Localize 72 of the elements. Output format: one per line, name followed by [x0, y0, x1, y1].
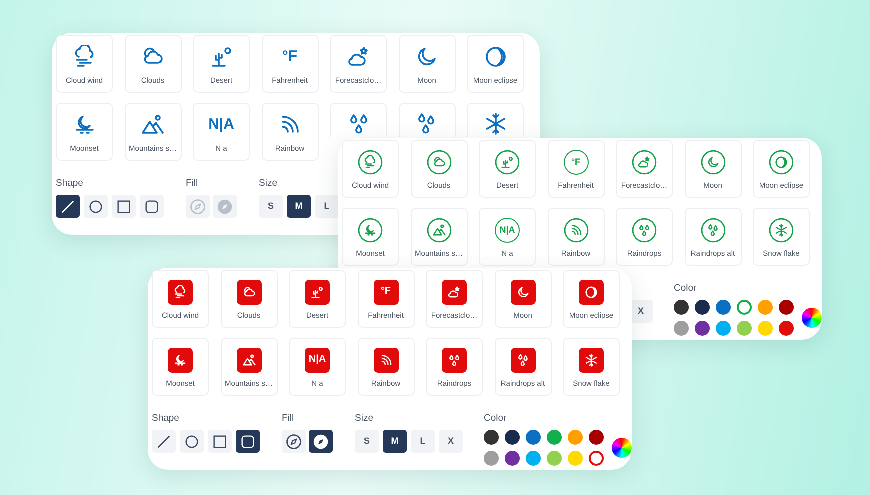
- shape-option[interactable]: [140, 195, 164, 218]
- color-swatch[interactable]: [526, 451, 541, 466]
- color-swatch[interactable]: [737, 300, 752, 315]
- size-option[interactable]: M: [383, 430, 407, 453]
- shape-option[interactable]: [180, 430, 204, 453]
- shape-option[interactable]: [112, 195, 136, 218]
- group-label: Size: [355, 413, 374, 425]
- shape-option[interactable]: [84, 195, 108, 218]
- color-swatch[interactable]: [484, 430, 499, 445]
- color-swatch[interactable]: [716, 300, 731, 315]
- group-label: Fill: [282, 413, 294, 425]
- color-wheel-button[interactable]: [612, 438, 632, 458]
- rounded-square-icon: [240, 434, 256, 450]
- color-swatch[interactable]: [758, 321, 773, 336]
- compass-icon: [216, 198, 234, 216]
- group-label: Shape: [152, 413, 180, 425]
- shape-option[interactable]: [152, 430, 176, 453]
- size-option[interactable]: L: [411, 430, 435, 453]
- circle-icon: [88, 198, 104, 214]
- line-icon: [60, 198, 76, 214]
- color-swatch[interactable]: [589, 451, 604, 466]
- rounded-square-icon: [144, 198, 160, 214]
- group-label: Color: [484, 413, 507, 425]
- line-icon: [156, 434, 172, 450]
- group-label: Size: [259, 178, 278, 190]
- size-option[interactable]: X: [439, 430, 463, 453]
- compass-icon: [285, 432, 303, 450]
- icon-tile[interactable]: [467, 103, 524, 137]
- color-swatch[interactable]: [695, 321, 710, 336]
- color-swatch[interactable]: [568, 430, 583, 445]
- size-option[interactable]: S: [355, 430, 379, 453]
- fill-option[interactable]: [309, 430, 333, 453]
- square-icon: [212, 434, 228, 450]
- color-wheel-button[interactable]: [802, 308, 822, 328]
- symbol-icon: °F: [282, 45, 298, 69]
- compass-icon: [189, 198, 207, 216]
- symbol-icon: N|A: [208, 113, 234, 137]
- symbol-icon: N|A: [495, 218, 520, 242]
- group-label: Fill: [186, 178, 198, 190]
- symbol-icon: N|A: [305, 348, 330, 372]
- color-swatch[interactable]: [547, 451, 562, 466]
- circle-icon: [184, 434, 200, 450]
- shape-option[interactable]: [56, 195, 80, 218]
- icon-tile[interactable]: [330, 103, 387, 137]
- color-swatch[interactable]: [674, 321, 689, 336]
- size-option[interactable]: L: [315, 195, 339, 218]
- color-swatch[interactable]: [737, 321, 752, 336]
- color-swatch[interactable]: [695, 300, 710, 315]
- shape-option[interactable]: [236, 430, 260, 453]
- compass-icon: [312, 432, 330, 450]
- shape-option[interactable]: [208, 430, 232, 453]
- color-swatch[interactable]: [779, 300, 794, 315]
- color-swatch[interactable]: [568, 451, 583, 466]
- color-swatch[interactable]: [505, 430, 520, 445]
- icon-tile[interactable]: [398, 103, 456, 137]
- color-swatch[interactable]: [716, 321, 731, 336]
- color-swatch[interactable]: [674, 300, 689, 315]
- color-swatch[interactable]: [484, 451, 499, 466]
- symbol-icon: °F: [564, 150, 588, 174]
- color-swatch[interactable]: [758, 300, 773, 315]
- size-option[interactable]: S: [259, 195, 283, 218]
- color-swatch[interactable]: [547, 430, 562, 445]
- fill-option[interactable]: [282, 430, 306, 453]
- square-icon: [116, 198, 132, 214]
- symbol-icon: °F: [374, 280, 398, 304]
- color-swatch[interactable]: [589, 430, 604, 445]
- color-swatch[interactable]: [505, 451, 520, 466]
- size-option[interactable]: M: [287, 195, 311, 218]
- color-swatch[interactable]: [526, 430, 541, 445]
- group-label: Color: [674, 283, 697, 295]
- group-label: Shape: [56, 178, 84, 190]
- color-swatch[interactable]: [779, 321, 794, 336]
